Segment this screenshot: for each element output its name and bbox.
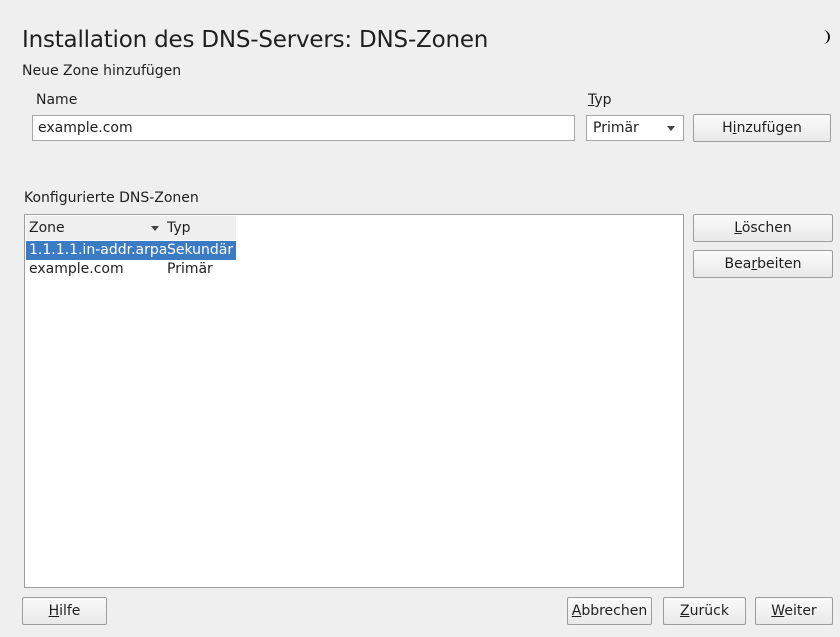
zone-cell: 1.1.1.1.in-addr.arpa xyxy=(29,242,168,258)
zones-table[interactable]: Zone Typ 1.1.1.1.in-addr.arpa Sekundär e… xyxy=(24,214,684,588)
configured-zones-heading: Konfigurierte DNS-Zonen xyxy=(24,190,199,206)
edit-zone-button[interactable]: Bearbeiten xyxy=(693,250,833,278)
add-zone-heading: Neue Zone hinzufügen xyxy=(22,63,182,79)
name-label: Name xyxy=(36,92,78,108)
delete-zone-button[interactable]: Löschen xyxy=(693,214,833,242)
chevron-down-icon xyxy=(667,126,675,131)
page-title: Installation des DNS-Servers: DNS-Zonen xyxy=(22,27,489,53)
zone-type-select[interactable]: Primär xyxy=(586,115,684,141)
sort-down-icon xyxy=(151,226,159,231)
type-cell: Primär xyxy=(167,261,213,277)
help-button[interactable]: Hilfe xyxy=(22,597,107,625)
column-header-type[interactable]: Typ xyxy=(167,216,191,240)
table-row[interactable]: 1.1.1.1.in-addr.arpa Sekundär xyxy=(26,241,236,260)
cancel-button[interactable]: Abbrechen xyxy=(567,597,652,625)
table-row[interactable]: example.com Primär xyxy=(26,260,236,279)
zone-cell: example.com xyxy=(29,261,124,277)
moon-icon xyxy=(823,30,830,44)
type-label: Typ xyxy=(588,92,612,108)
table-header: Zone Typ xyxy=(26,216,236,240)
zone-name-input[interactable] xyxy=(32,115,575,141)
column-header-zone[interactable]: Zone xyxy=(29,216,65,240)
next-button[interactable]: Weiter xyxy=(755,597,833,625)
zone-type-value: Primär xyxy=(593,120,639,136)
back-button[interactable]: Zurück xyxy=(663,597,746,625)
dns-zones-dialog: Installation des DNS-Servers: DNS-Zonen … xyxy=(0,0,840,637)
add-zone-button[interactable]: Hinzufügen xyxy=(693,114,831,142)
type-cell: Sekundär xyxy=(167,242,234,258)
